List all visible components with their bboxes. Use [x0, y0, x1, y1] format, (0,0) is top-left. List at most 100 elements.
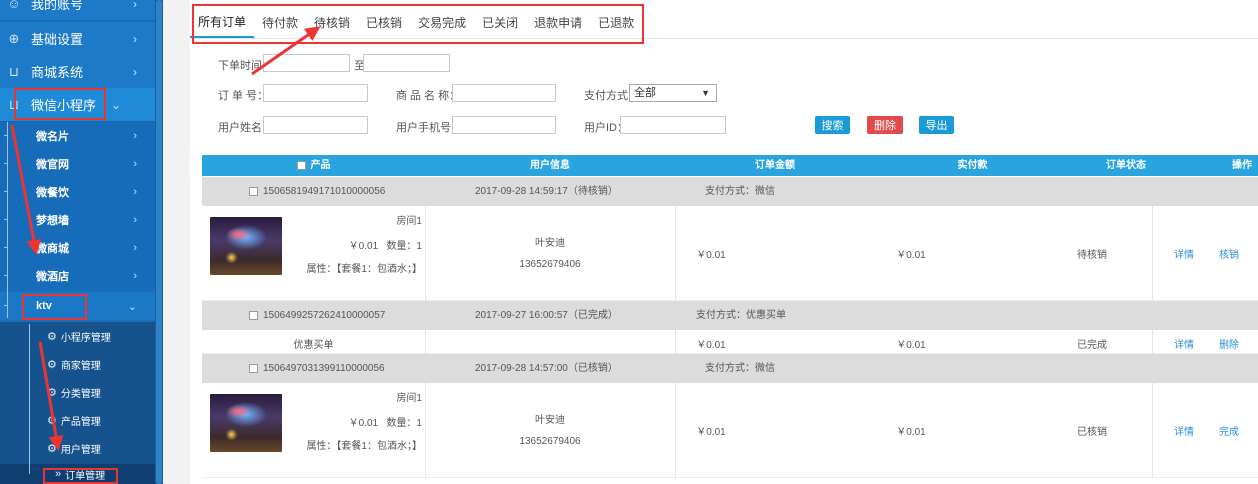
- sidebar-item-my-account[interactable]: ☺ 我的账号 ›: [0, 0, 155, 21]
- order-status: 已核销: [1077, 427, 1107, 438]
- sidebar-ktv-category[interactable]: ⚙ 分类管理: [0, 378, 155, 406]
- gear-icon: ⚙: [47, 386, 57, 399]
- user-name: 叶安迪: [535, 238, 565, 249]
- sidebar-ktv-product[interactable]: ⚙ 产品管理: [0, 406, 155, 434]
- order-time: 2017-09-28 14:57:00（已核销）: [475, 363, 618, 374]
- chevron-down-icon: ⌄: [127, 300, 137, 313]
- column-divider: [425, 330, 426, 354]
- order-number-text: 1506497031399110000056: [263, 363, 385, 374]
- order-no-input[interactable]: [263, 84, 368, 102]
- miniprogram-highlight-box: [14, 88, 106, 120]
- chevron-right-icon: ›: [133, 64, 137, 79]
- chevron-right-icon: ›: [133, 242, 137, 254]
- details-link[interactable]: 详情: [1174, 246, 1194, 261]
- sidebar-subitem-dream-wall[interactable]: 梦想墙 ›: [0, 206, 155, 234]
- phone-input[interactable]: [452, 116, 556, 134]
- sidebar-item-mall-system[interactable]: ⊔ 商城系统 ›: [0, 55, 155, 89]
- sidebar-ktv-label: 用户管理: [60, 444, 101, 456]
- sidebar-scrollbar[interactable]: [155, 0, 163, 484]
- order-no-label: 订 单 号：: [218, 90, 269, 102]
- details-link[interactable]: 详情: [1174, 423, 1194, 438]
- username-input[interactable]: [263, 116, 368, 134]
- sidebar-item-label: 商城系统: [31, 65, 84, 80]
- order-group-row: 1506499257262410000057 2017-09-27 16:00:…: [202, 301, 1258, 330]
- main-area: 所有订单 待付款 待核销 已核销 交易完成 已关闭 退款申请 已退款 下单时间：…: [163, 0, 1258, 484]
- delete-link[interactable]: 删除: [1219, 336, 1239, 351]
- header-status: 订单状态: [1106, 160, 1146, 171]
- user-icon: ☺: [7, 0, 21, 11]
- order-amount: ￥0.01: [696, 340, 726, 351]
- caret-down-icon: ▼: [701, 88, 710, 98]
- price-qty: ￥0.01 数量：1: [322, 237, 422, 252]
- sidebar-item-label: 我的账号: [31, 0, 84, 12]
- details-link[interactable]: 详情: [1174, 336, 1194, 351]
- product-name: 优惠买单: [293, 340, 334, 351]
- delete-button[interactable]: 删除: [867, 116, 903, 134]
- paid-amount: ￥0.01: [896, 250, 926, 261]
- paid-amount: ￥0.01: [896, 427, 926, 438]
- cart-icon: ⊔: [8, 63, 20, 79]
- chevron-down-icon: ⌄: [110, 97, 121, 112]
- search-button[interactable]: 搜索: [815, 116, 850, 134]
- order-time-end-input[interactable]: [363, 54, 450, 72]
- product-image[interactable]: [210, 217, 282, 275]
- sidebar-subitem-mall[interactable]: 微商城 ›: [0, 234, 155, 262]
- tree-tick: [4, 135, 8, 136]
- sidebar-subitem-hotel[interactable]: 微酒店 ›: [0, 262, 155, 290]
- sidebar-ktv-label: 商家管理: [60, 360, 101, 372]
- room-name: 房间1: [396, 216, 422, 227]
- order-status: 已完成: [1077, 340, 1107, 351]
- row-checkbox[interactable]: [249, 363, 258, 373]
- chevron-right-icon: ›: [133, 214, 137, 226]
- gear-icon: ⚙: [47, 442, 57, 455]
- sidebar-subitem-website[interactable]: 微官网 ›: [0, 150, 155, 178]
- chevron-right-icon: ›: [133, 186, 137, 198]
- gear-icon: ⚙: [47, 330, 57, 343]
- sidebar: ☺ 我的账号 › ⊕ 基础设置 › ⊔ 商城系统 › ⊔ 微信小程序 ⌄ 微名片…: [0, 0, 163, 484]
- sidebar-subitem-card[interactable]: 微名片 ›: [0, 122, 155, 150]
- sidebar-item-label: 基础设置: [31, 32, 84, 47]
- row-checkbox[interactable]: [249, 310, 258, 320]
- sidebar-subitem-catering[interactable]: 微餐饮 ›: [0, 178, 155, 206]
- userid-input[interactable]: [620, 116, 726, 134]
- table-row: 优惠买单 ￥0.01 ￥0.01 已完成 详情 删除: [202, 330, 1258, 354]
- order-time-start-input[interactable]: [263, 54, 350, 72]
- tree-tick: [4, 275, 8, 276]
- globe-icon: ⊕: [8, 30, 20, 46]
- tree-tick: [4, 219, 8, 220]
- column-divider: [425, 383, 426, 478]
- payment-method: 支付方式：微信: [705, 363, 775, 374]
- sidebar-subitem-label: 微酒店: [36, 271, 69, 283]
- scrollbar-thumb[interactable]: [156, 0, 162, 484]
- sidebar-ktv-merchant[interactable]: ⚙ 商家管理: [0, 350, 155, 378]
- attributes: 属性：【套餐1：包酒水；】: [306, 264, 422, 275]
- order-number: 1506499257262410000057: [249, 301, 385, 330]
- product-name-label: 商 品 名 称：: [396, 90, 461, 102]
- price-qty: ￥0.01 数量：1: [322, 414, 422, 429]
- export-button[interactable]: 导出: [919, 116, 954, 134]
- table-row: 房间1 ￥0.01 数量：1 属性：【套餐1：包酒水；】 叶安迪 1365267…: [202, 383, 1258, 478]
- order-number: 1506497031399110000056: [249, 354, 385, 383]
- header-actions: 操作: [1232, 160, 1252, 171]
- gear-icon: ⚙: [47, 414, 57, 427]
- sidebar-ktv-miniprogram[interactable]: ⚙ 小程序管理: [0, 322, 155, 350]
- column-divider: [1152, 383, 1153, 478]
- order-time: 2017-09-27 16:00:57（已完成）: [475, 310, 618, 321]
- sidebar-item-basic-settings[interactable]: ⊕ 基础设置 ›: [0, 22, 155, 56]
- order-number-text: 15065819491710100000​56: [263, 186, 386, 197]
- select-all-checkbox[interactable]: [296, 160, 306, 170]
- gear-icon: ⚙: [47, 358, 57, 371]
- user-phone: 13652679406: [519, 259, 581, 270]
- complete-link[interactable]: 完成: [1219, 423, 1239, 438]
- header-paid: 实付款: [957, 160, 988, 171]
- product-image[interactable]: [210, 394, 282, 452]
- verify-link[interactable]: 核销: [1219, 246, 1239, 261]
- header-order-amount: 订单金额: [755, 160, 795, 171]
- payment-method-select[interactable]: 全部 ▼: [629, 84, 717, 102]
- product-name-input[interactable]: [452, 84, 556, 102]
- tree-line: [7, 122, 8, 318]
- row-checkbox[interactable]: [249, 186, 258, 196]
- quantity: 数量：1: [386, 241, 422, 252]
- sidebar-ktv-user[interactable]: ⚙ 用户管理: [0, 434, 155, 462]
- chevron-right-icon: ›: [133, 158, 137, 170]
